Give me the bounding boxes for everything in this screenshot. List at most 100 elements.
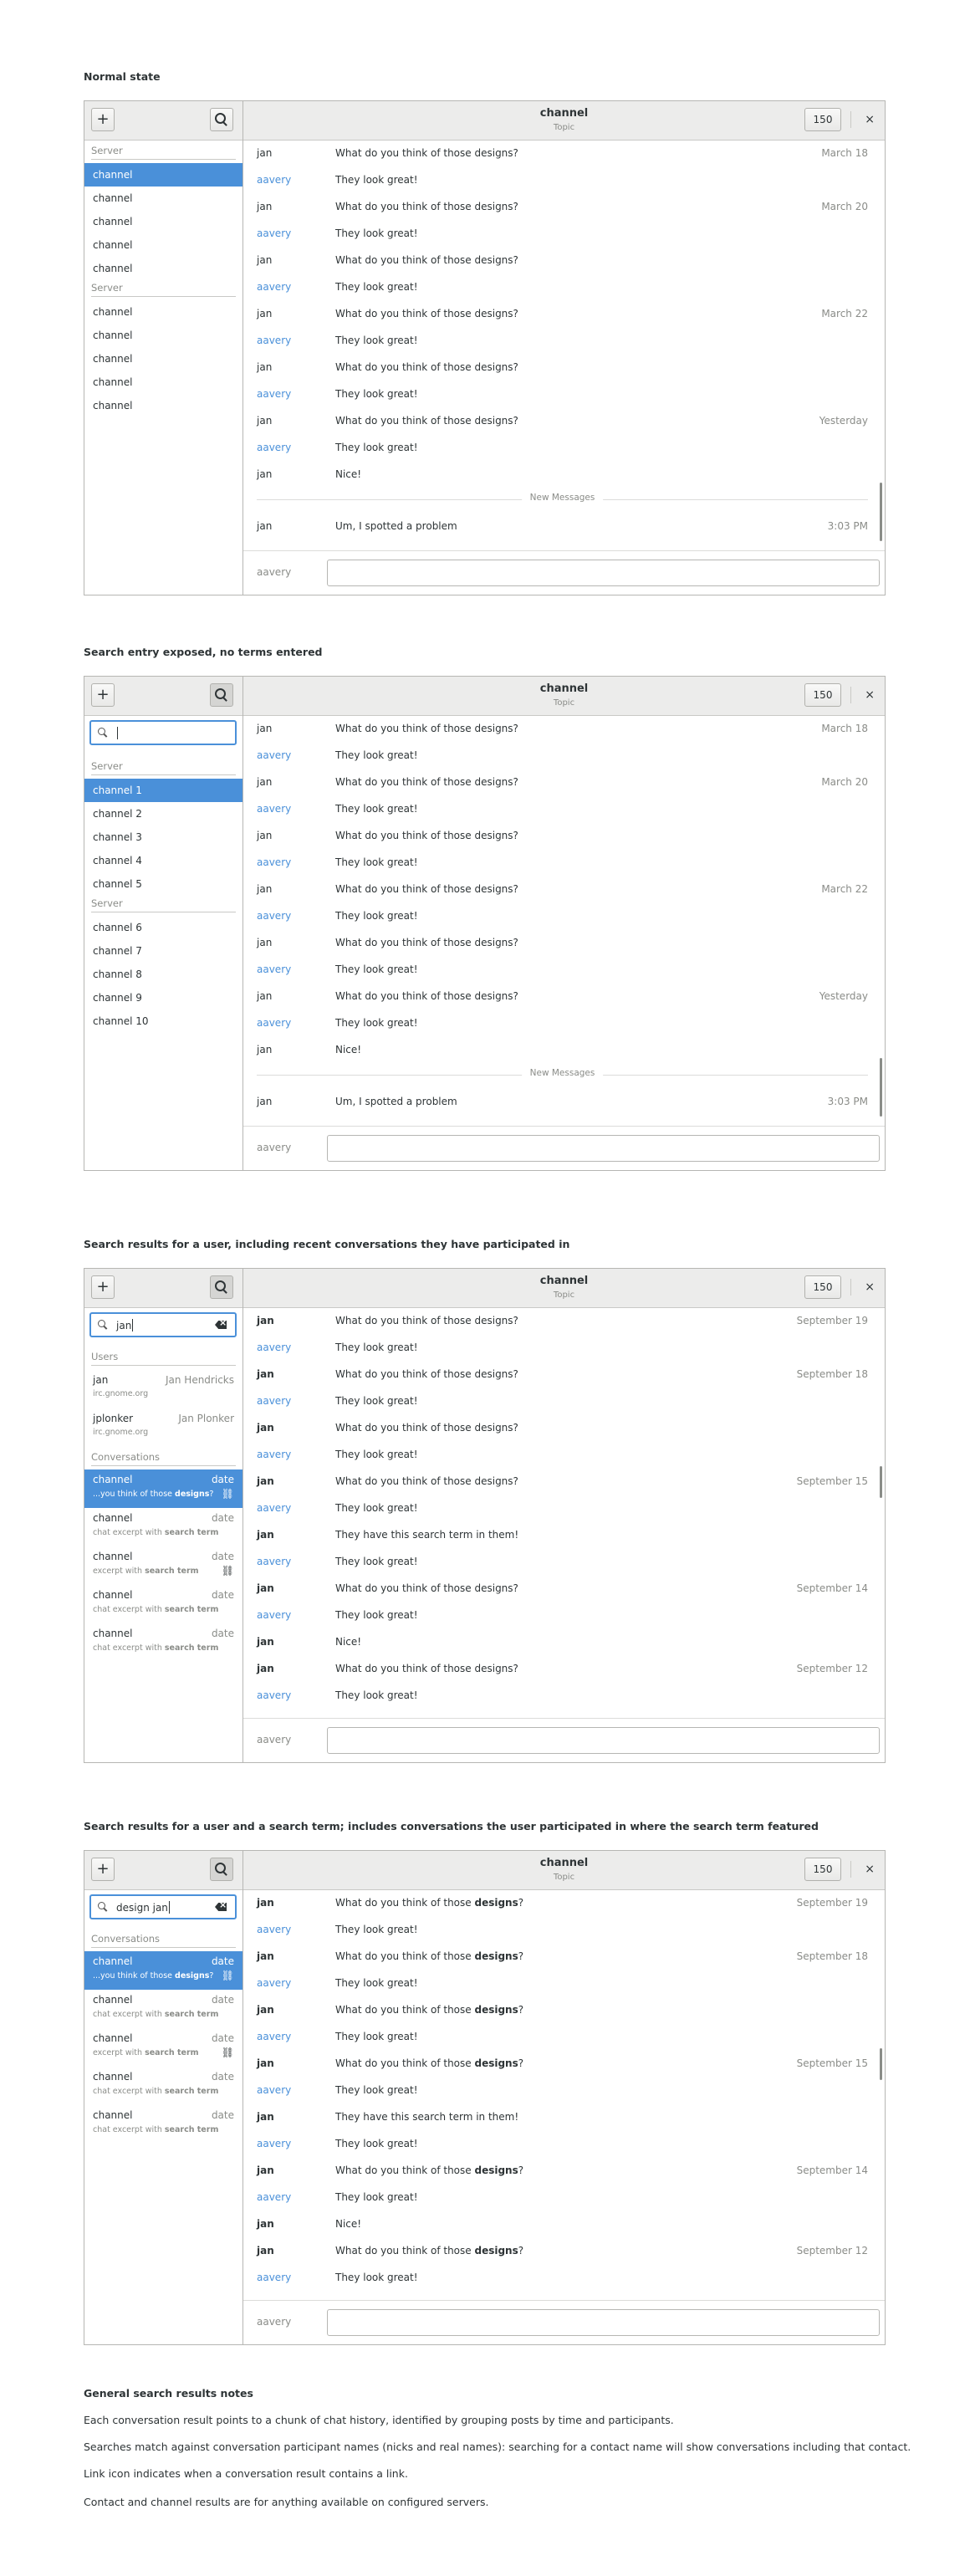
message-nick[interactable]: jan (257, 1943, 274, 1970)
message-nick[interactable]: jan (257, 983, 272, 1009)
message-nick[interactable]: aavery (257, 434, 291, 461)
user-count-button[interactable]: 150 (804, 108, 841, 131)
conversation-result[interactable]: channel date excerpt with search term ⛓ (84, 2028, 242, 2067)
message-nick[interactable]: aavery (257, 273, 291, 300)
message-nick[interactable]: jan (257, 1468, 274, 1495)
search-input[interactable]: design jan (89, 1894, 237, 1919)
message-nick[interactable]: jan (257, 822, 272, 849)
message-nick[interactable]: jan (257, 715, 272, 742)
search-button[interactable] (210, 1275, 233, 1299)
channel-item[interactable]: channel (84, 233, 242, 257)
message-nick[interactable]: aavery (257, 1602, 291, 1628)
channel-item[interactable]: channel 1 (84, 779, 242, 802)
message-nick[interactable]: jan (257, 354, 272, 381)
message-nick[interactable]: jan (257, 1628, 274, 1655)
message-nick[interactable]: jan (257, 1361, 274, 1388)
message-nick[interactable]: aavery (257, 2077, 291, 2103)
close-icon[interactable]: × (865, 1279, 875, 1296)
message-nick[interactable]: aavery (257, 795, 291, 822)
channel-item[interactable]: channel 5 (84, 872, 242, 896)
channel-item[interactable]: channel (84, 347, 242, 371)
channel-item[interactable]: channel (84, 163, 242, 187)
message-nick[interactable]: aavery (257, 166, 291, 193)
conversation-result[interactable]: channel date chat excerpt with search term (84, 2067, 242, 2105)
message-nick[interactable]: aavery (257, 1334, 291, 1361)
message-nick[interactable]: jan (257, 1521, 274, 1548)
message-nick[interactable]: jan (257, 247, 272, 273)
channel-item[interactable]: channel (84, 394, 242, 417)
message-nick[interactable]: jan (257, 929, 272, 956)
search-button[interactable] (210, 1858, 233, 1881)
conversation-result[interactable]: channel date ...you think of those designs… (84, 1951, 242, 1990)
channel-item[interactable]: channel 7 (84, 939, 242, 963)
message-nick[interactable]: aavery (257, 2184, 291, 2211)
message-nick[interactable]: jan (257, 300, 272, 327)
message-nick[interactable]: aavery (257, 220, 291, 247)
conversation-result[interactable]: channel date chat excerpt with search term (84, 2105, 242, 2144)
message-nick[interactable]: aavery (257, 1388, 291, 1414)
message-nick[interactable]: jan (257, 2103, 274, 2130)
message-nick[interactable]: aavery (257, 849, 291, 876)
message-nick[interactable]: jan (257, 1088, 272, 1115)
message-nick[interactable]: jan (257, 1996, 274, 2023)
message-nick[interactable]: jan (257, 2211, 274, 2237)
channel-item[interactable]: channel 10 (84, 1009, 242, 1033)
clear-icon[interactable] (215, 1321, 227, 1329)
message-nick[interactable]: aavery (257, 1495, 291, 1521)
message-nick[interactable]: jan (257, 1655, 274, 1682)
user-count-button[interactable]: 150 (804, 683, 841, 707)
close-icon[interactable]: × (865, 687, 875, 703)
message-nick[interactable]: aavery (257, 381, 291, 407)
conversation-result[interactable]: channel date chat excerpt with search term (84, 1508, 242, 1546)
message-nick[interactable]: aavery (257, 902, 291, 929)
channel-item[interactable]: channel 9 (84, 986, 242, 1009)
message-nick[interactable]: jan (257, 1036, 272, 1063)
message-nick[interactable]: aavery (257, 1970, 291, 1996)
message-nick[interactable]: aavery (257, 2023, 291, 2050)
message-input[interactable] (327, 560, 880, 586)
search-input[interactable] (89, 720, 237, 745)
channel-item[interactable]: channel (84, 257, 242, 280)
message-nick[interactable]: jan (257, 513, 272, 539)
message-input[interactable] (327, 1727, 880, 1754)
close-icon[interactable]: × (865, 1861, 875, 1878)
user-count-button[interactable]: 150 (804, 1275, 841, 1299)
channel-item[interactable]: channel (84, 324, 242, 347)
add-button[interactable]: + (91, 1275, 115, 1299)
scrollbar[interactable] (880, 1058, 882, 1117)
scrollbar[interactable] (880, 483, 882, 541)
message-nick[interactable]: aavery (257, 2130, 291, 2157)
user-count-button[interactable]: 150 (804, 1858, 841, 1881)
conversation-result[interactable]: channel date ...you think of those designs… (84, 1469, 242, 1508)
message-nick[interactable]: jan (257, 407, 272, 434)
message-nick[interactable]: aavery (257, 1441, 291, 1468)
add-button[interactable]: + (91, 683, 115, 707)
message-nick[interactable]: jan (257, 461, 272, 488)
channel-item[interactable]: channel (84, 371, 242, 394)
channel-item[interactable]: channel (84, 210, 242, 233)
message-nick[interactable]: jan (257, 1889, 274, 1916)
channel-item[interactable]: channel 6 (84, 916, 242, 939)
search-button[interactable] (210, 683, 233, 707)
message-nick[interactable]: aavery (257, 1548, 291, 1575)
message-nick[interactable]: aavery (257, 2264, 291, 2291)
message-nick[interactable]: jan (257, 193, 272, 220)
message-nick[interactable]: aavery (257, 742, 291, 769)
channel-item[interactable]: channel 4 (84, 849, 242, 872)
channel-item[interactable]: channel 3 (84, 825, 242, 849)
message-input[interactable] (327, 2309, 880, 2336)
channel-item[interactable]: channel 2 (84, 802, 242, 825)
channel-item[interactable]: channel (84, 187, 242, 210)
message-nick[interactable]: jan (257, 1575, 274, 1602)
conversation-result[interactable]: channel date chat excerpt with search term (84, 1990, 242, 2028)
user-result[interactable]: jan Jan Hendricks irc.gnome.org (84, 1369, 242, 1408)
search-input[interactable]: jan (89, 1312, 237, 1337)
conversation-result[interactable]: channel date chat excerpt with search term (84, 1623, 242, 1662)
message-nick[interactable]: jan (257, 769, 272, 795)
scrollbar[interactable] (880, 2048, 882, 2080)
message-nick[interactable]: aavery (257, 327, 291, 354)
message-nick[interactable]: jan (257, 140, 272, 166)
add-button[interactable]: + (91, 108, 115, 131)
add-button[interactable]: + (91, 1858, 115, 1881)
message-input[interactable] (327, 1135, 880, 1162)
